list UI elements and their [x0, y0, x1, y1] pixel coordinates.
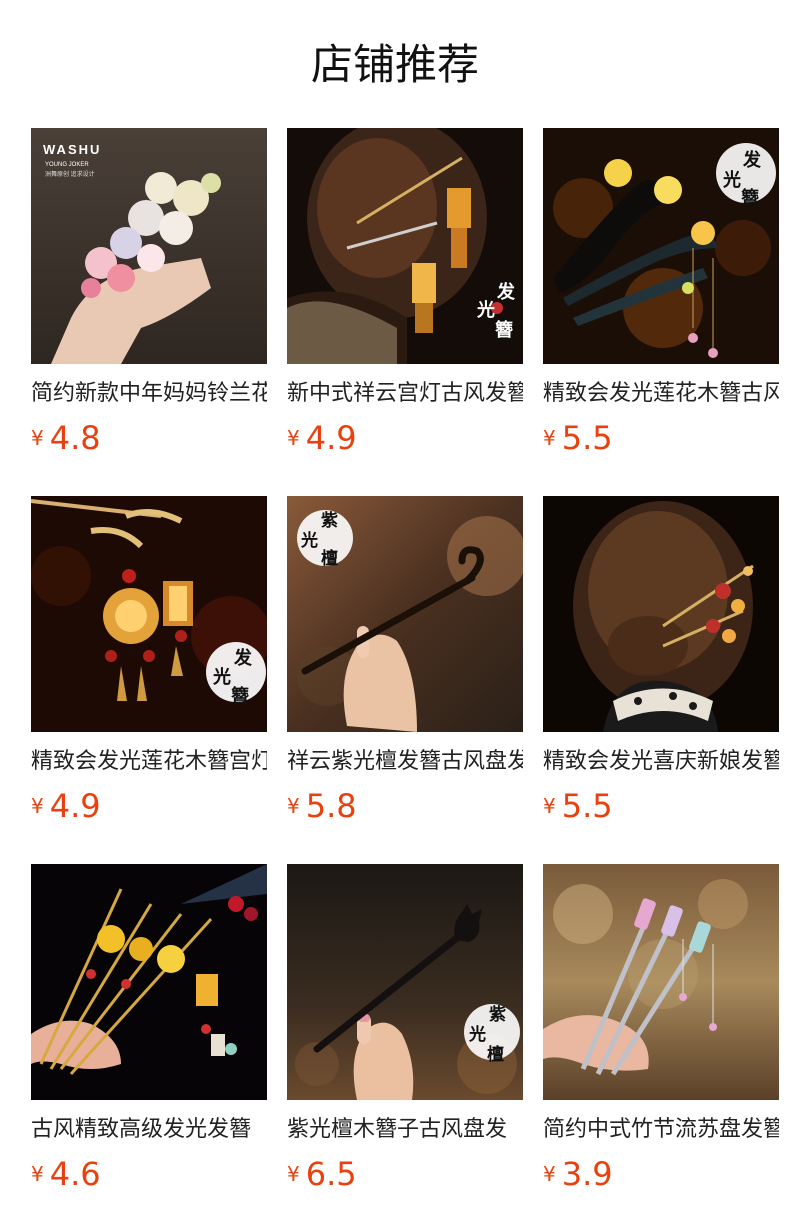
svg-text:簪: 簪 — [495, 319, 513, 341]
svg-text:檀: 檀 — [487, 1044, 504, 1065]
svg-text:簪: 簪 — [741, 187, 759, 209]
product-name[interactable]: 精致会发光莲花木簪宫灯 — [31, 746, 267, 778]
product-name[interactable]: 古风精致高级发光发簪 — [31, 1114, 267, 1146]
product-price: ¥6.5 — [287, 1152, 523, 1196]
price-value: 5.5 — [561, 787, 613, 825]
svg-text:紫: 紫 — [489, 1004, 506, 1025]
flower-hairclip-photo: WASHU YOUNG JOKER 洲舞原创 追求设计 — [31, 128, 267, 364]
price-value: 4.9 — [49, 787, 101, 825]
product-grid: WASHU YOUNG JOKER 洲舞原创 追求设计 简约新款中年妈妈铃兰花发… — [31, 128, 779, 1200]
price-value: 5.8 — [305, 787, 357, 825]
currency-symbol: ¥ — [31, 794, 44, 818]
currency-symbol: ¥ — [543, 1162, 556, 1186]
svg-text:洲舞原创 追求设计: 洲舞原创 追求设计 — [45, 170, 95, 178]
product-name[interactable]: 简约中式竹节流苏盘发簪 — [543, 1114, 779, 1146]
svg-text:光: 光 — [468, 1024, 486, 1045]
product-card[interactable]: 发 光 簪 新中式祥云宫灯古风发簪 ¥4.9 — [287, 128, 523, 464]
brand-logo: WASHU — [43, 142, 101, 157]
product-card[interactable]: 简约中式竹节流苏盘发簪 ¥3.9 — [543, 864, 779, 1200]
product-image[interactable]: WASHU YOUNG JOKER 洲舞原创 追求设计 — [31, 128, 267, 364]
svg-text:发: 发 — [233, 647, 253, 669]
product-price: ¥4.9 — [31, 784, 267, 828]
currency-symbol: ¥ — [287, 794, 300, 818]
product-image[interactable] — [543, 864, 779, 1100]
product-name[interactable]: 精致会发光喜庆新娘发簪 — [543, 746, 779, 778]
product-price: ¥4.8 — [31, 416, 267, 460]
currency-symbol: ¥ — [287, 426, 300, 450]
product-name[interactable]: 新中式祥云宫灯古风发簪 — [287, 378, 523, 410]
svg-text:光: 光 — [722, 169, 741, 191]
lantern-hairpin-photo: 发 光 簪 — [31, 496, 267, 732]
product-image[interactable]: 紫 光 檀 — [287, 864, 523, 1100]
svg-text:簪: 簪 — [231, 685, 249, 707]
svg-text:YOUNG JOKER: YOUNG JOKER — [45, 162, 89, 168]
svg-text:光: 光 — [300, 530, 318, 551]
product-card[interactable]: 发 光 簪 精致会发光莲花木簪古风 ¥5.5 — [543, 128, 779, 464]
page-title: 店铺推荐 — [310, 40, 479, 89]
product-name[interactable]: 精致会发光莲花木簪古风 — [543, 378, 779, 410]
price-value: 4.9 — [305, 419, 357, 457]
currency-symbol: ¥ — [31, 426, 44, 450]
product-price: ¥4.6 — [31, 1152, 267, 1196]
product-card[interactable]: WASHU YOUNG JOKER 洲舞原创 追求设计 简约新款中年妈妈铃兰花发… — [31, 128, 267, 464]
price-value: 5.5 — [561, 419, 613, 457]
currency-symbol: ¥ — [287, 1162, 300, 1186]
svg-text:发: 发 — [742, 149, 762, 171]
svg-text:光: 光 — [476, 299, 495, 321]
product-price: ¥5.8 — [287, 784, 523, 828]
product-price: ¥5.5 — [543, 416, 779, 460]
bride-hairpin-photo — [543, 496, 779, 732]
product-image[interactable]: 紫 光 檀 — [287, 496, 523, 732]
svg-text:紫: 紫 — [321, 510, 338, 531]
product-name[interactable]: 简约新款中年妈妈铃兰花发夹 — [31, 378, 267, 410]
currency-symbol: ¥ — [31, 1162, 44, 1186]
currency-symbol: ¥ — [543, 426, 556, 450]
product-image[interactable]: 发 光 簪 — [287, 128, 523, 364]
cat-head-hairpin-photo: 紫 光 檀 — [287, 864, 523, 1100]
product-image[interactable] — [31, 864, 267, 1100]
lotus-wood-hairpin-photo: 发 光 簪 — [543, 128, 779, 364]
product-card[interactable]: 紫 光 檀 祥云紫光檀发簪古风盘发 ¥5.8 — [287, 496, 523, 832]
product-price: ¥5.5 — [543, 784, 779, 828]
product-image[interactable]: 发 光 簪 — [543, 128, 779, 364]
product-card[interactable]: 古风精致高级发光发簪 ¥4.6 — [31, 864, 267, 1200]
bamboo-tassel-hairpin-photo — [543, 864, 779, 1100]
product-card[interactable]: 发 光 簪 精致会发光莲花木簪宫灯 ¥4.9 — [31, 496, 267, 832]
price-value: 4.8 — [49, 419, 101, 457]
sandalwood-hairpin-photo: 紫 光 檀 — [287, 496, 523, 732]
product-name[interactable]: 紫光檀木簪子古风盘发 — [287, 1114, 523, 1146]
product-card[interactable]: 紫 光 檀 紫光檀木簪子古风盘发 ¥6.5 — [287, 864, 523, 1200]
price-value: 3.9 — [561, 1155, 613, 1193]
product-price: ¥4.9 — [287, 416, 523, 460]
product-image[interactable]: 发 光 簪 — [31, 496, 267, 732]
svg-text:发: 发 — [496, 281, 516, 303]
svg-text:檀: 檀 — [321, 548, 338, 569]
price-value: 4.6 — [49, 1155, 101, 1193]
product-price: ¥3.9 — [543, 1152, 779, 1196]
price-value: 6.5 — [305, 1155, 357, 1193]
palace-lantern-hairpin-photo: 发 光 簪 — [287, 128, 523, 364]
product-card[interactable]: 精致会发光喜庆新娘发簪 ¥5.5 — [543, 496, 779, 832]
currency-symbol: ¥ — [543, 794, 556, 818]
product-name[interactable]: 祥云紫光檀发簪古风盘发 — [287, 746, 523, 778]
glowing-hairpins-set-photo — [31, 864, 267, 1100]
product-image[interactable] — [543, 496, 779, 732]
svg-text:光: 光 — [212, 666, 231, 688]
